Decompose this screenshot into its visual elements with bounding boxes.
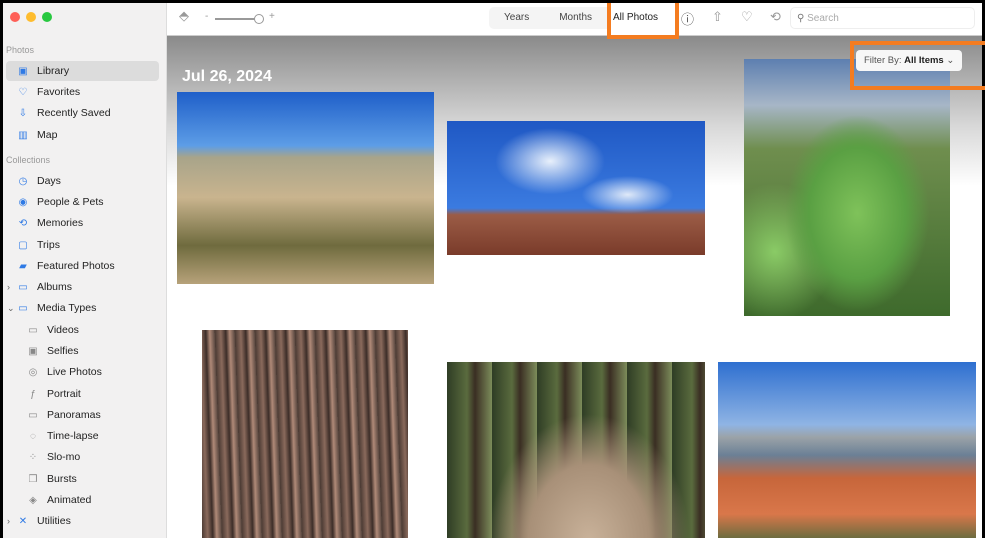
zoom-button[interactable]: [42, 12, 52, 22]
sidebar-item-map[interactable]: ▥ Map: [6, 125, 159, 145]
bursts-icon: ❒: [28, 473, 38, 485]
close-button[interactable]: [10, 12, 20, 22]
minimize-button[interactable]: [26, 12, 36, 22]
sidebar-item-slo-mo[interactable]: ⁘ Slo-mo: [6, 447, 159, 467]
sidebar-item-label: Bursts: [47, 473, 77, 485]
sidebar-item-utilities[interactable]: › ✕ Utilities: [6, 511, 159, 531]
sidebar-item-label: Memories: [37, 217, 84, 229]
highlight-all-photos: [607, 3, 679, 39]
photos-window: Photos Collections ▣ Library ♡ Favorites ⇩ Re…: [3, 3, 982, 538]
sidebar-item-label: Trips: [37, 239, 60, 251]
photo-canyon-hoodoos[interactable]: [718, 362, 976, 538]
sidebar-item-favorites[interactable]: ♡ Favorites: [6, 82, 159, 102]
sidebar-item-label: Days: [37, 175, 61, 187]
sidebar-item-time-lapse[interactable]: ◌ Time-lapse: [6, 426, 159, 446]
photo-tree-bark[interactable]: [202, 330, 408, 538]
sidebar-item-label: Utilities: [37, 515, 71, 527]
photo-cactus[interactable]: [744, 59, 950, 316]
photo-forest-path[interactable]: [447, 362, 705, 538]
portrait-icon: ƒ: [30, 388, 36, 400]
toolbar: ⬘ - + Years Months All Photos ⓘ ⇧ ♡ ⟲ ⚲ …: [167, 3, 982, 36]
aspect-toggle-icon[interactable]: ⬘: [179, 8, 189, 24]
zoom-slider[interactable]: [215, 14, 264, 24]
sidebar-item-selfies[interactable]: ▣ Selfies: [6, 341, 159, 361]
zoom-out-label: -: [205, 11, 209, 22]
sidebar-item-label: Library: [37, 65, 70, 77]
info-icon[interactable]: ⓘ: [681, 9, 694, 28]
heart-icon: ♡: [18, 86, 28, 98]
sidebar-item-media-types[interactable]: ⌄ ▭ Media Types: [6, 298, 159, 318]
person-circle-icon: ◉: [18, 196, 28, 208]
sidebar-item-label: Albums: [37, 281, 73, 293]
download-icon: ⇩: [18, 107, 28, 119]
sidebar-item-trips[interactable]: ▢ Trips: [6, 235, 159, 255]
map-icon: ▥: [18, 129, 28, 141]
section-collections: Collections: [6, 155, 51, 165]
share-icon[interactable]: ⇧: [712, 9, 723, 25]
clock-icon: ◷: [18, 175, 28, 187]
sidebar-item-videos[interactable]: ▭ Videos: [6, 320, 159, 340]
folder-icon: ▭: [18, 281, 28, 293]
search-input[interactable]: ⚲ Search: [790, 7, 975, 29]
search-icon: ⚲: [797, 13, 808, 24]
tab-years[interactable]: Years: [489, 7, 544, 29]
sidebar-item-people-pets[interactable]: ◉ People & Pets: [6, 192, 159, 212]
animated-icon: ◈: [29, 494, 37, 506]
suitcase-icon: ▢: [18, 239, 28, 251]
date-heading: Jul 26, 2024: [182, 68, 272, 85]
photo-icon: ▰: [19, 260, 27, 272]
photo-desert-landscape[interactable]: [177, 92, 434, 284]
disclosure-icon[interactable]: ›: [7, 282, 10, 292]
sidebar-item-recently-saved[interactable]: ⇩ Recently Saved: [6, 103, 159, 123]
photo-grid: Jul 26, 2024 Filter By: All Items ⌄: [167, 36, 982, 538]
tab-months[interactable]: Months: [544, 7, 607, 29]
search-placeholder: Search: [807, 13, 839, 24]
selfie-icon: ▣: [28, 345, 38, 357]
sidebar-item-label: Recently Saved: [37, 107, 111, 119]
sidebar-item-library[interactable]: ▣ Library: [6, 61, 159, 81]
sidebar-item-label: Live Photos: [47, 366, 102, 378]
sidebar-item-label: Featured Photos: [37, 260, 115, 272]
tools-icon: ✕: [18, 515, 28, 527]
sidebar-item-label: Media Types: [37, 302, 97, 314]
memories-icon: ⟲: [18, 217, 28, 229]
highlight-filter: [850, 41, 985, 90]
disclosure-icon[interactable]: ›: [7, 516, 10, 526]
sidebar-item-label: Videos: [47, 324, 79, 336]
slomo-icon: ⁘: [28, 451, 38, 463]
panorama-icon: ▭: [28, 409, 38, 421]
sidebar-item-label: Slo-mo: [47, 451, 81, 463]
sidebar-item-animated[interactable]: ◈ Animated: [6, 490, 159, 510]
sidebar-item-label: Panoramas: [47, 409, 101, 421]
sidebar-item-label: Portrait: [47, 388, 81, 400]
disclosure-icon[interactable]: ⌄: [7, 303, 15, 314]
library-icon: ▣: [18, 65, 28, 77]
sidebar-item-label: Selfies: [47, 345, 79, 357]
folder-icon: ▭: [18, 302, 28, 314]
live-photo-icon: ◎: [28, 366, 38, 378]
rotate-icon[interactable]: ⟲: [770, 9, 781, 25]
video-icon: ▭: [28, 324, 38, 336]
sidebar-item-label: People & Pets: [37, 196, 104, 208]
window-controls: [10, 12, 52, 22]
heart-icon[interactable]: ♡: [741, 9, 753, 25]
sidebar: Photos Collections ▣ Library ♡ Favorites ⇩ Re…: [3, 3, 167, 538]
zoom-in-label: +: [269, 11, 275, 22]
photo-sky-red-rocks[interactable]: [447, 121, 705, 255]
timelapse-icon: ◌: [30, 430, 36, 442]
sidebar-item-featured-photos[interactable]: ▰ Featured Photos: [6, 256, 159, 276]
sidebar-item-label: Favorites: [37, 86, 81, 98]
sidebar-item-days[interactable]: ◷ Days: [6, 171, 159, 191]
sidebar-item-bursts[interactable]: ❒ Bursts: [6, 469, 159, 489]
section-photos: Photos: [6, 45, 35, 55]
sidebar-item-panoramas[interactable]: ▭ Panoramas: [6, 405, 159, 425]
sidebar-item-portrait[interactable]: ƒ Portrait: [6, 384, 159, 404]
sidebar-item-memories[interactable]: ⟲ Memories: [6, 213, 159, 233]
sidebar-item-live-photos[interactable]: ◎ Live Photos: [6, 362, 159, 382]
sidebar-item-label: Map: [37, 129, 58, 141]
sidebar-item-label: Time-lapse: [47, 430, 99, 442]
sidebar-item-label: Animated: [47, 494, 92, 506]
sidebar-item-albums[interactable]: › ▭ Albums: [6, 277, 159, 297]
